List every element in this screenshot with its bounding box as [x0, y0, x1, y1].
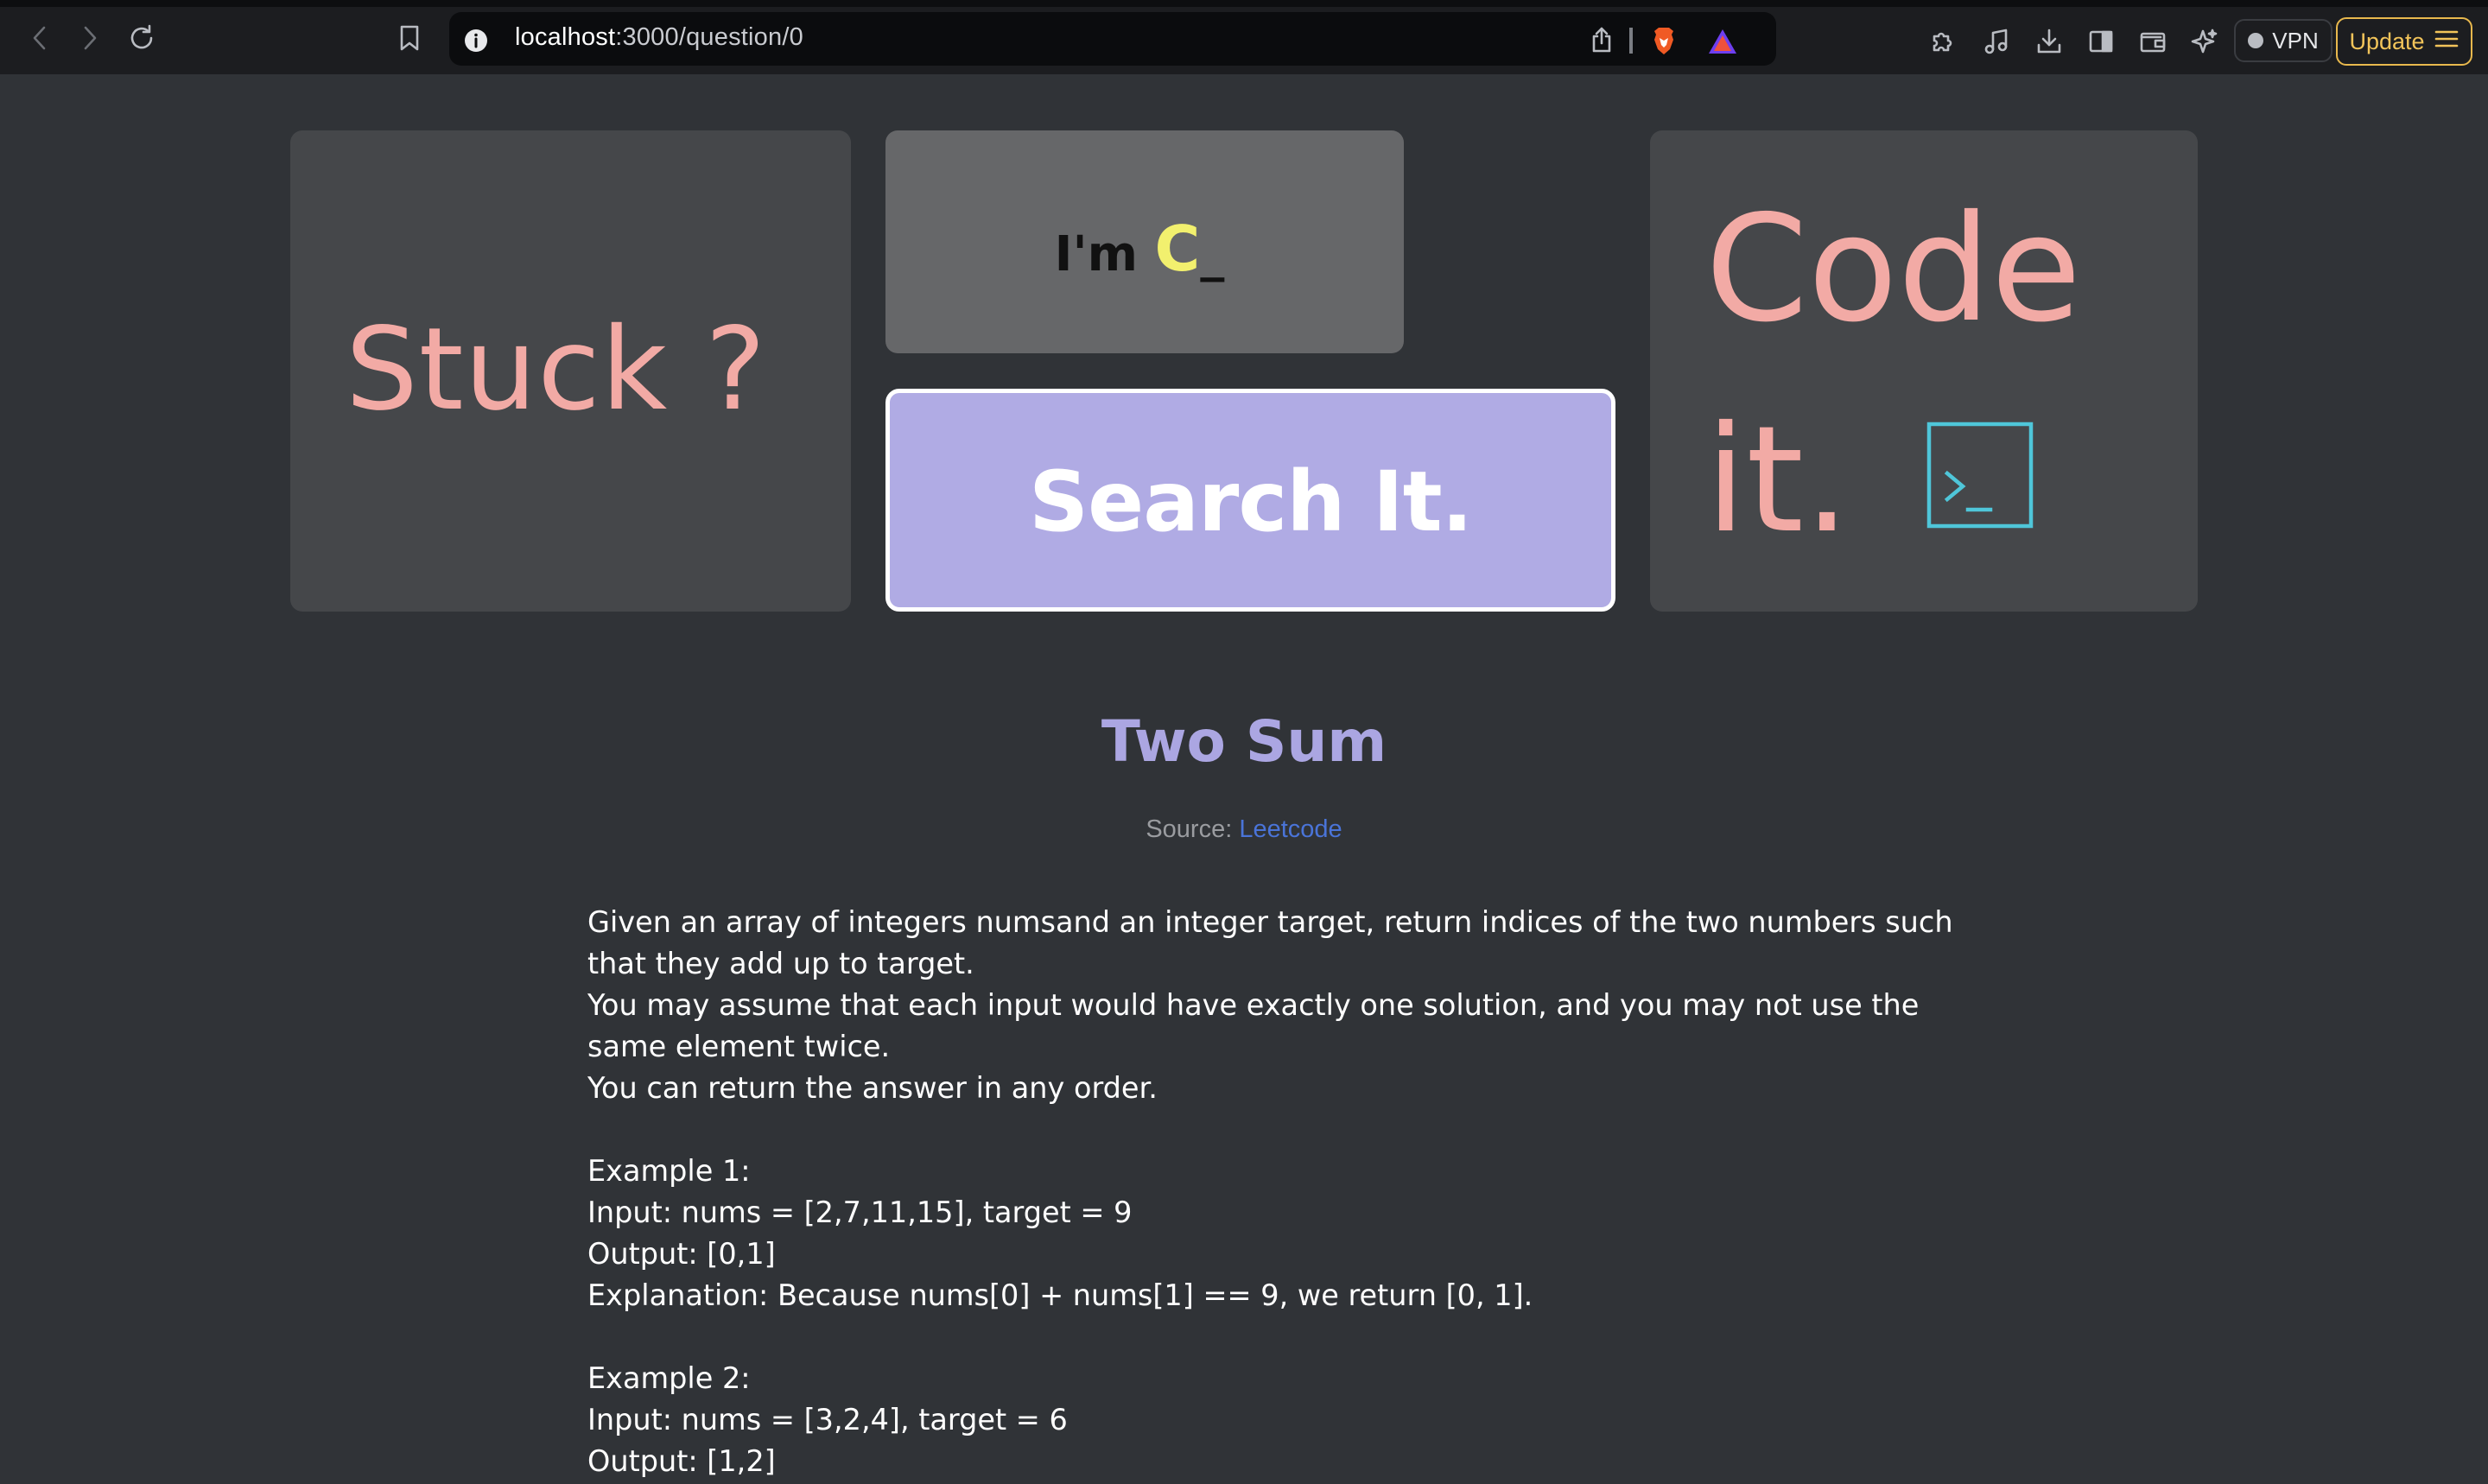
leo-icon[interactable] — [2189, 26, 2220, 57]
update-label: Update — [2349, 28, 2425, 54]
download-icon[interactable] — [2034, 26, 2065, 57]
source-link[interactable]: Leetcode — [1239, 815, 1342, 843]
question-title: Two Sum — [1101, 708, 1387, 775]
vpn-status-icon — [2248, 33, 2264, 48]
url-text[interactable]: localhost:3000/question/0 — [515, 23, 803, 52]
vpn-label: VPN — [2272, 27, 2319, 54]
im-c-logo: I'm C_ — [1055, 212, 1225, 285]
im-c-letter: C — [1154, 212, 1201, 285]
stuck-heading: Stuck ? — [346, 303, 767, 436]
example1-output: Output: [0,1] — [587, 1237, 776, 1271]
sidebar-icon[interactable] — [2085, 26, 2117, 57]
wallet-icon[interactable] — [2137, 26, 2168, 57]
browser-toolbar: localhost:3000/question/0 VPN Update — [0, 0, 2488, 74]
example2-output: Output: [1,2] — [587, 1444, 776, 1478]
source-label: Source: — [1146, 815, 1240, 843]
back-icon[interactable] — [24, 22, 55, 54]
menu-icon — [2434, 29, 2459, 55]
code-heading-line2: it. — [1705, 395, 1850, 566]
question-source: Source: Leetcode — [0, 815, 2488, 844]
divider — [1629, 28, 1633, 54]
terminal-icon[interactable] — [1926, 422, 2034, 529]
forward-icon[interactable] — [74, 22, 105, 54]
bookmark-icon[interactable] — [394, 22, 425, 54]
brave-shield-icon[interactable] — [1647, 24, 1681, 59]
music-icon[interactable] — [1980, 26, 2011, 57]
example1-explanation: Explanation: Because nums[0] + nums[1] =… — [587, 1278, 1533, 1312]
url-path: :3000/question/0 — [615, 23, 803, 51]
code-heading-line1: Code — [1705, 184, 2082, 355]
extensions-icon[interactable] — [1926, 26, 1958, 57]
im-cursor: _ — [1200, 226, 1225, 282]
url-host: localhost — [515, 23, 616, 51]
reload-icon[interactable] — [124, 21, 159, 55]
example2-input: Input: nums = [3,2,4], target = 6 — [587, 1403, 1068, 1436]
question-description: Given an array of integers numsand an in… — [587, 902, 1953, 1482]
stuck-card: Stuck ? — [290, 130, 851, 612]
description-line: same element twice. — [587, 1030, 891, 1063]
example2-heading: Example 2: — [587, 1361, 751, 1395]
description-line: You may assume that each input would hav… — [587, 988, 1920, 1022]
example1-input: Input: nums = [2,7,11,15], target = 9 — [587, 1195, 1133, 1229]
example1-heading: Example 1: — [587, 1154, 751, 1188]
brave-rewards-icon[interactable] — [1705, 26, 1740, 57]
vpn-button[interactable]: VPN — [2234, 19, 2332, 62]
description-line: that they add up to target. — [587, 947, 974, 980]
description-line: You can return the answer in any order. — [587, 1071, 1158, 1105]
info-icon[interactable] — [461, 26, 491, 55]
code-it-card[interactable]: Code it. — [1650, 130, 2198, 612]
description-line: Given an array of integers numsand an in… — [587, 905, 1953, 939]
share-icon[interactable] — [1586, 24, 1617, 55]
im-c-card: I'm C_ — [885, 130, 1404, 353]
search-it-button[interactable]: Search It. — [885, 389, 1615, 612]
search-it-label: Search It. — [1028, 453, 1473, 550]
update-button[interactable]: Update — [2336, 17, 2472, 66]
im-prefix: I'm — [1054, 226, 1155, 282]
